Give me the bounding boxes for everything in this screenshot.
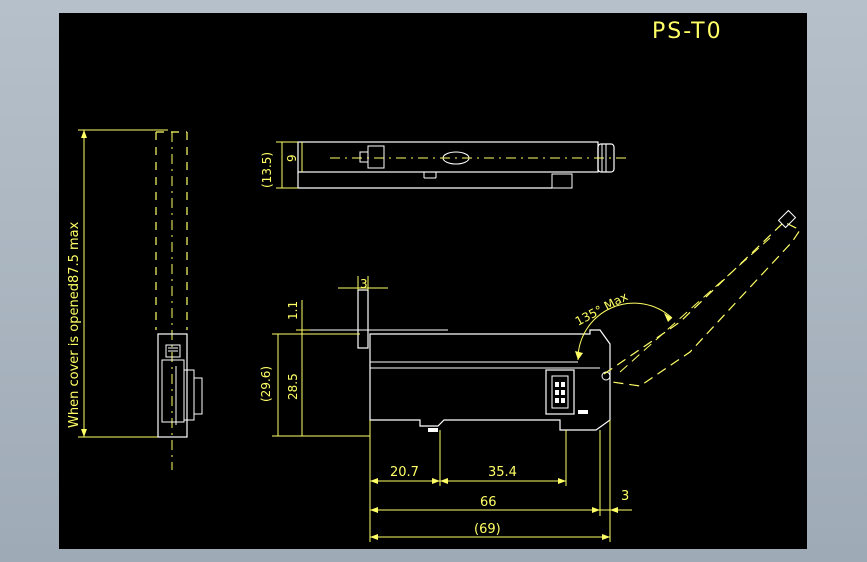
top-overall-label: (13.5) [260,152,274,188]
side-view: When cover is opened87.5 max [67,129,203,470]
height-overall-label: (29.6) [259,366,273,402]
front-connector [545,369,575,415]
arrowhead-top [81,130,87,138]
angle-label: 135° Max [573,289,630,328]
open-cover-outline [603,221,801,387]
arrowhead-bottom [81,429,87,437]
side-connector-tip [193,377,203,415]
top-clip [367,145,385,169]
front-view: 135° Max (29.6) 28.5 1.1 3 20.7 35.4 66 [259,209,801,542]
top-view: (13.5) 9 [260,141,630,189]
drawing-svg: PS-T0 When cover is opened87.5 max (13.5… [67,19,801,542]
gap-label: 1.1 [286,301,300,320]
front-tab [357,289,369,349]
top-body [297,141,599,173]
height-label: 28.5 [286,373,300,400]
tab-width-label: 3 [360,277,368,291]
side-connector [183,369,195,421]
cover-note-label: When cover is opened87.5 max [67,221,82,428]
top-tab [551,173,573,189]
right-tab-label: 3 [621,489,629,504]
length-overall-label: (69) [474,522,501,537]
drawing-title: PS-T0 [652,19,723,44]
top-width-label: 9 [285,154,299,162]
length-label: 66 [480,495,497,510]
dim-b-label: 35.4 [488,465,517,480]
side-mid-detail [161,359,185,423]
dim-a-label: 20.7 [390,465,419,480]
